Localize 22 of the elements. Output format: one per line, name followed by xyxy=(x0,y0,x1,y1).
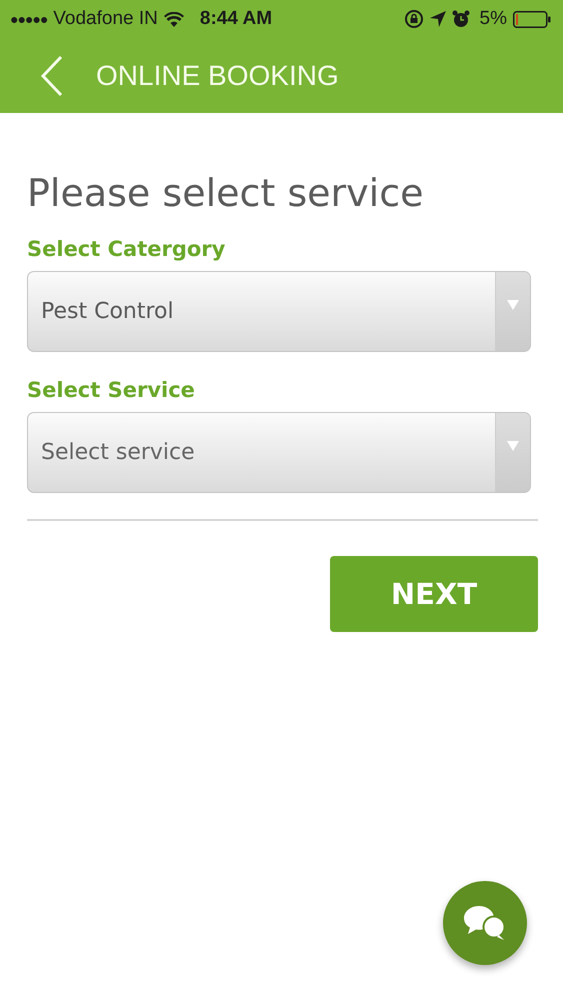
alarm-clock-icon xyxy=(452,10,470,28)
heading: Please select service xyxy=(27,171,424,215)
chat-bubbles-icon xyxy=(463,905,507,941)
field-label: Select Catergory xyxy=(27,237,226,261)
dropdown[interactable]: Pest Control xyxy=(27,271,531,352)
location-arrow-icon xyxy=(430,11,446,27)
battery-icon xyxy=(513,10,551,28)
dropdown[interactable]: Select service xyxy=(27,412,531,493)
wifi-icon xyxy=(164,12,184,26)
dropdown-arrow-icon xyxy=(507,300,519,310)
chevron-left-icon xyxy=(40,54,64,96)
dropdown-arrow-icon xyxy=(507,441,519,451)
signal-strength: ●●●●● xyxy=(10,11,48,27)
battery-percentage: 5% xyxy=(480,8,507,30)
chat-button[interactable] xyxy=(443,881,527,965)
field-label: Select Service xyxy=(27,378,196,402)
back-button[interactable] xyxy=(40,54,64,96)
next-button[interactable]: NEXT xyxy=(330,556,538,632)
rotation-lock-icon xyxy=(404,9,424,29)
page-title: ONLINE BOOKING xyxy=(96,60,339,92)
clock-time: 8:44 AM xyxy=(200,8,272,30)
carrier-name: Vodafone IN xyxy=(53,8,158,30)
